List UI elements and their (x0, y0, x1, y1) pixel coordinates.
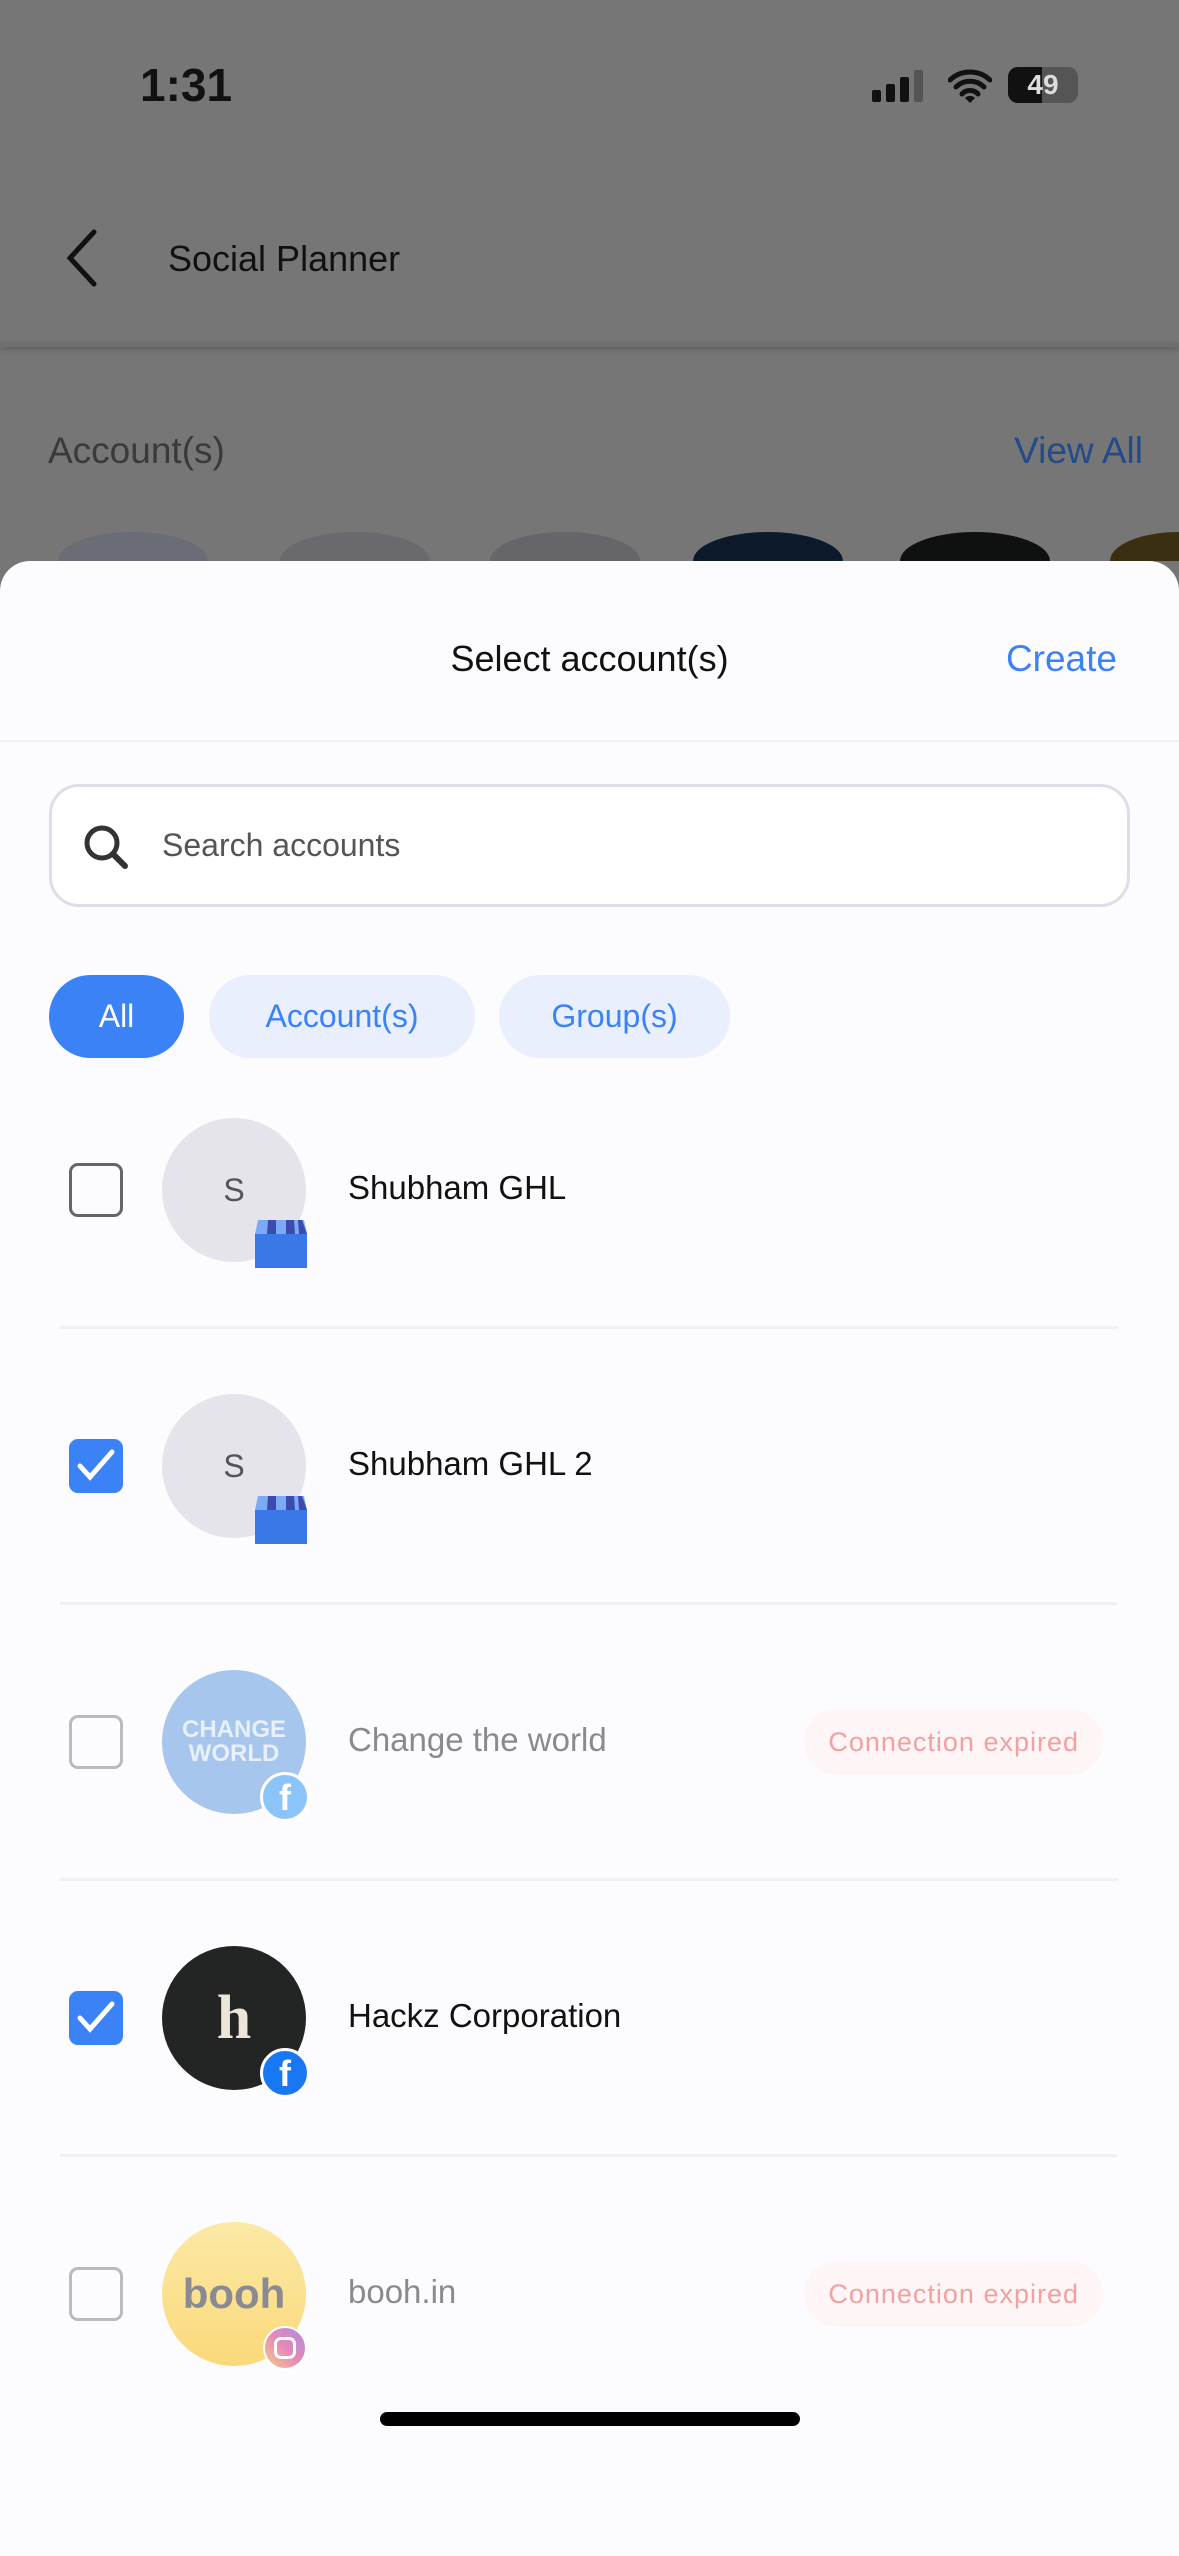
checkmark-icon (77, 2001, 115, 2033)
connection-expired-badge: Connection expired (804, 1709, 1103, 1775)
instagram-icon (263, 2326, 307, 2370)
wifi-icon (948, 69, 992, 103)
status-time: 1:31 (140, 59, 233, 111)
account-checkbox[interactable] (69, 1163, 123, 1217)
account-row[interactable]: CHANGE WORLD f Change the world Connecti… (0, 1604, 1179, 1881)
filter-groups-chip[interactable]: Group(s) (499, 975, 730, 1058)
back-chevron-icon[interactable] (62, 228, 106, 288)
battery-icon: 49 (1008, 67, 1078, 103)
account-checkbox[interactable] (69, 1715, 123, 1769)
header-divider (0, 343, 1179, 347)
account-checkbox-checked[interactable] (69, 1439, 123, 1493)
accounts-section-label: Account(s) (48, 430, 225, 471)
account-name: Shubham GHL (348, 1169, 567, 1206)
account-row[interactable]: booh booh.in Connection expired (0, 2156, 1179, 2432)
account-checkbox[interactable] (69, 2267, 123, 2321)
search-field[interactable] (49, 784, 1130, 907)
facebook-icon: f (260, 1772, 310, 1822)
connection-expired-badge: Connection expired (804, 2261, 1103, 2327)
sheet-divider (0, 740, 1179, 742)
filter-accounts-chip[interactable]: Account(s) (209, 975, 475, 1058)
account-name: Hackz Corporation (348, 1997, 622, 2034)
account-name: Change the world (348, 1721, 607, 1758)
google-business-icon (255, 1496, 307, 1544)
account-row[interactable]: S Shubham GHL 2 (0, 1328, 1179, 1605)
filter-all-chip[interactable]: All (49, 975, 184, 1058)
create-button[interactable]: Create (1006, 638, 1117, 680)
account-row[interactable]: S Shubham GHL (0, 1052, 1179, 1329)
account-name: Shubham GHL 2 (348, 1445, 593, 1482)
account-row[interactable]: h f Hackz Corporation (0, 1880, 1179, 2157)
facebook-icon: f (260, 2048, 310, 2098)
google-business-icon (255, 1220, 307, 1268)
view-all-link[interactable]: View All (1014, 430, 1143, 472)
header-title: Social Planner (168, 238, 401, 279)
signal-icon (872, 70, 923, 102)
home-indicator[interactable] (380, 2412, 800, 2426)
search-icon (84, 825, 128, 869)
search-input[interactable] (162, 787, 1062, 904)
checkmark-icon (77, 1449, 115, 1481)
account-checkbox-checked[interactable] (69, 1991, 123, 2045)
account-name: booh.in (348, 2273, 457, 2310)
sheet-title: Select account(s) (450, 638, 729, 679)
